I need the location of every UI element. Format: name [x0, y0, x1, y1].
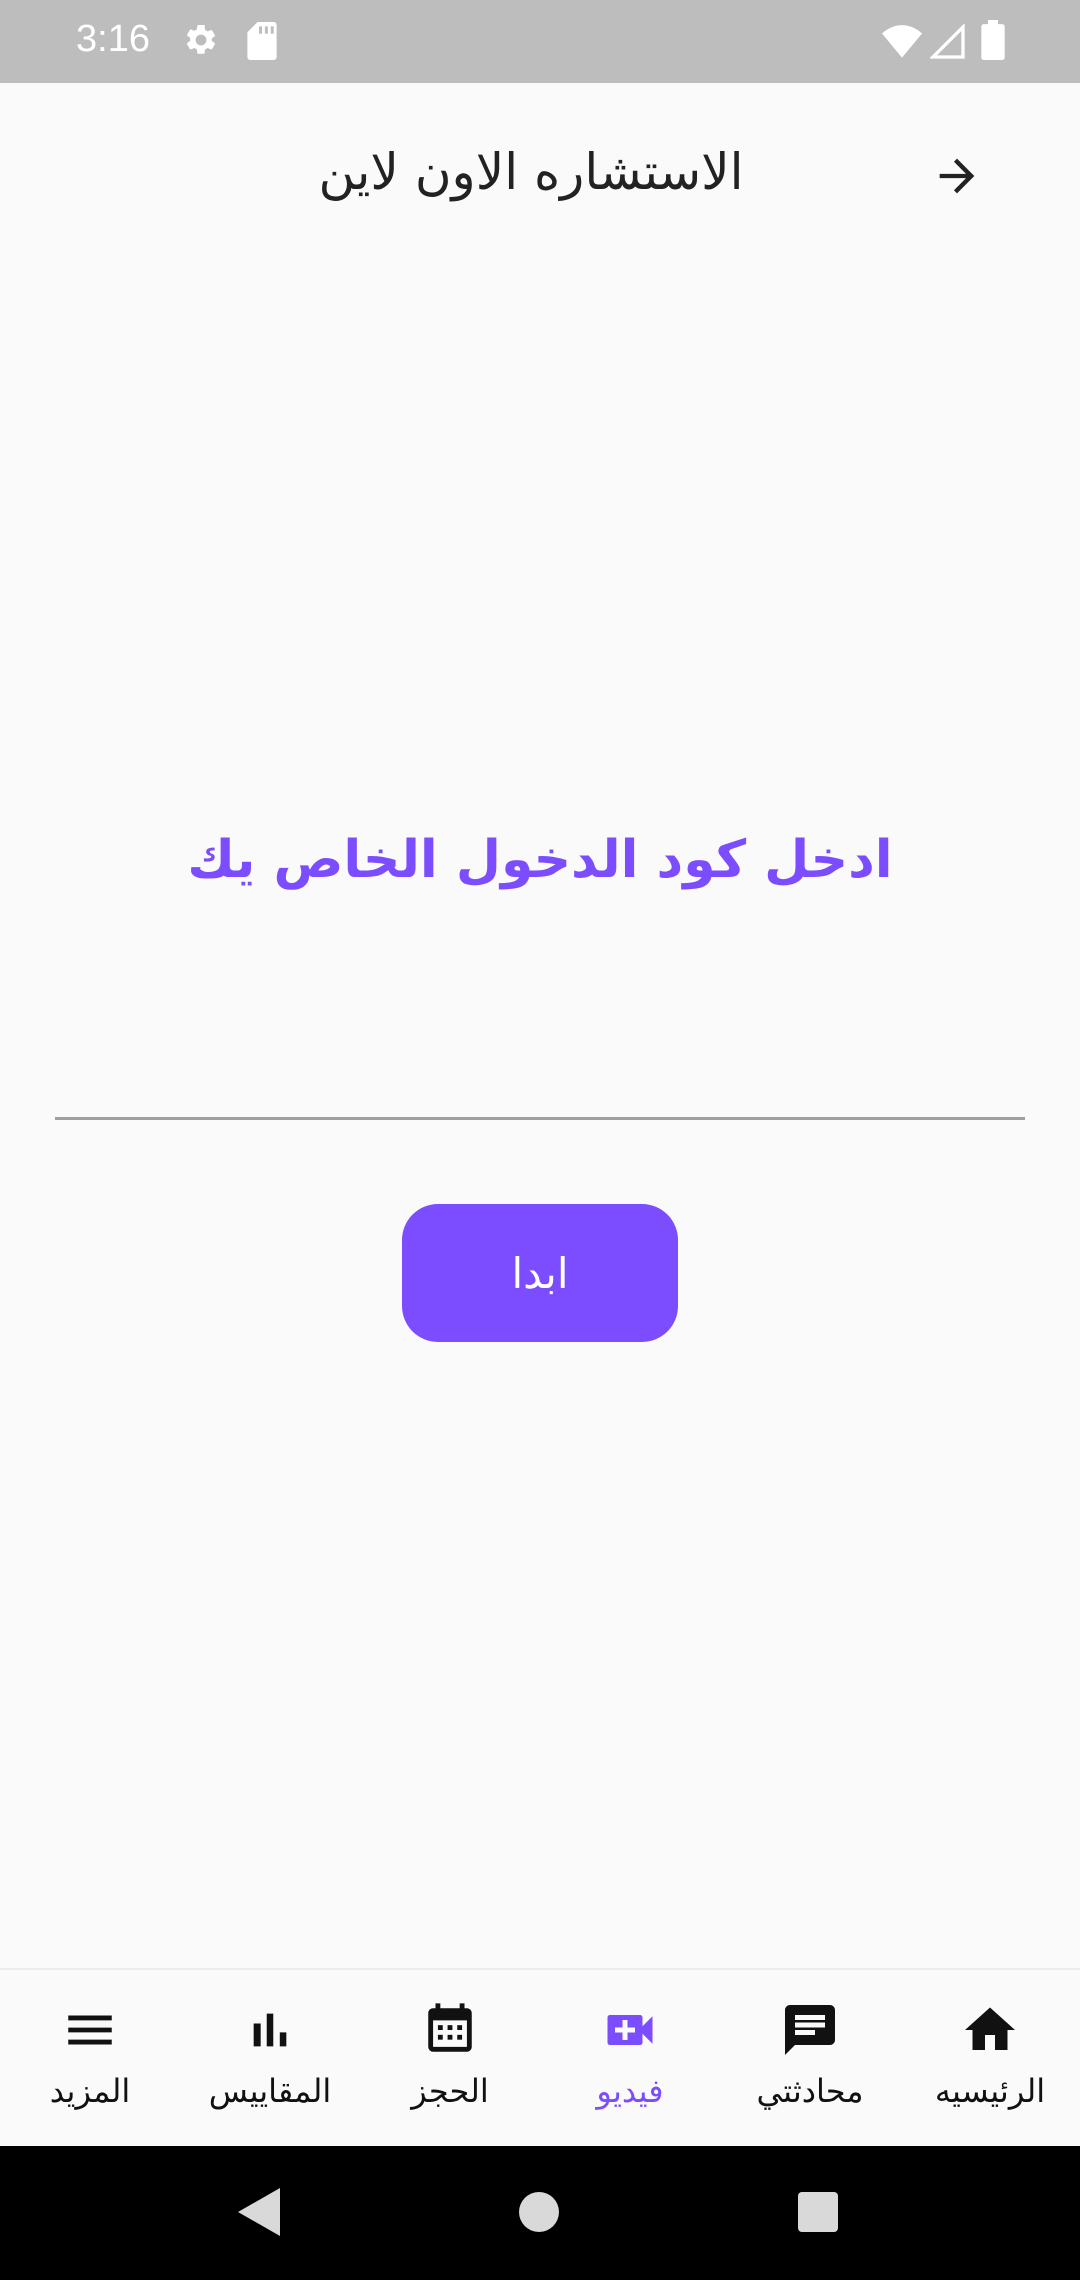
system-back-icon[interactable] — [236, 2186, 282, 2242]
bottom-navigation: الرئيسيه محادثتي فيديو الحجز المقاييس ال… — [0, 1968, 1080, 2146]
sd-card-icon — [247, 22, 277, 64]
home-icon — [960, 2000, 1020, 2060]
nav-label-measures: المقاييس — [208, 2072, 332, 2110]
bar-chart-icon — [242, 2000, 298, 2060]
nav-label-more: المزيد — [49, 2072, 131, 2110]
menu-icon — [61, 2000, 119, 2060]
nav-label-video: فيديو — [596, 2072, 664, 2110]
app-bar: الاستشاره الاون لاين — [0, 83, 1080, 273]
screen: 3:16 الاستشاره الاون لاين ادخل كود الدخو… — [0, 0, 1080, 2280]
nav-item-booking[interactable]: الحجز — [360, 1970, 540, 2148]
back-button[interactable] — [922, 143, 992, 213]
access-code-input[interactable] — [55, 1030, 1025, 1120]
nav-item-measures[interactable]: المقاييس — [180, 1970, 360, 2148]
access-code-prompt: ادخل كود الدخول الخاص يك — [187, 830, 893, 890]
start-button[interactable]: ابدا — [402, 1204, 678, 1342]
nav-label-chats: محادثتي — [756, 2072, 864, 2110]
video-call-icon — [600, 2000, 660, 2060]
arrow-right-icon — [931, 150, 983, 206]
wifi-icon — [882, 24, 922, 62]
nav-label-home: الرئيسيه — [934, 2072, 1046, 2110]
page-title: الاستشاره الاون لاين — [318, 143, 744, 201]
nav-item-more[interactable]: المزيد — [0, 1970, 180, 2148]
nav-item-home[interactable]: الرئيسيه — [900, 1970, 1080, 2148]
nav-item-chats[interactable]: محادثتي — [720, 1970, 900, 2148]
signal-icon — [929, 23, 966, 64]
battery-icon — [981, 20, 1005, 64]
nav-item-video[interactable]: فيديو — [540, 1970, 720, 2148]
calendar-icon — [421, 2000, 479, 2060]
nav-label-booking: الحجز — [411, 2072, 489, 2110]
gear-icon — [183, 22, 219, 62]
status-time: 3:16 — [76, 18, 150, 60]
system-navigation-bar — [0, 2146, 1080, 2280]
system-recents-icon[interactable] — [796, 2186, 840, 2242]
status-bar: 3:16 — [0, 0, 1080, 83]
system-home-icon[interactable] — [517, 2186, 561, 2242]
chat-icon — [780, 2000, 840, 2060]
